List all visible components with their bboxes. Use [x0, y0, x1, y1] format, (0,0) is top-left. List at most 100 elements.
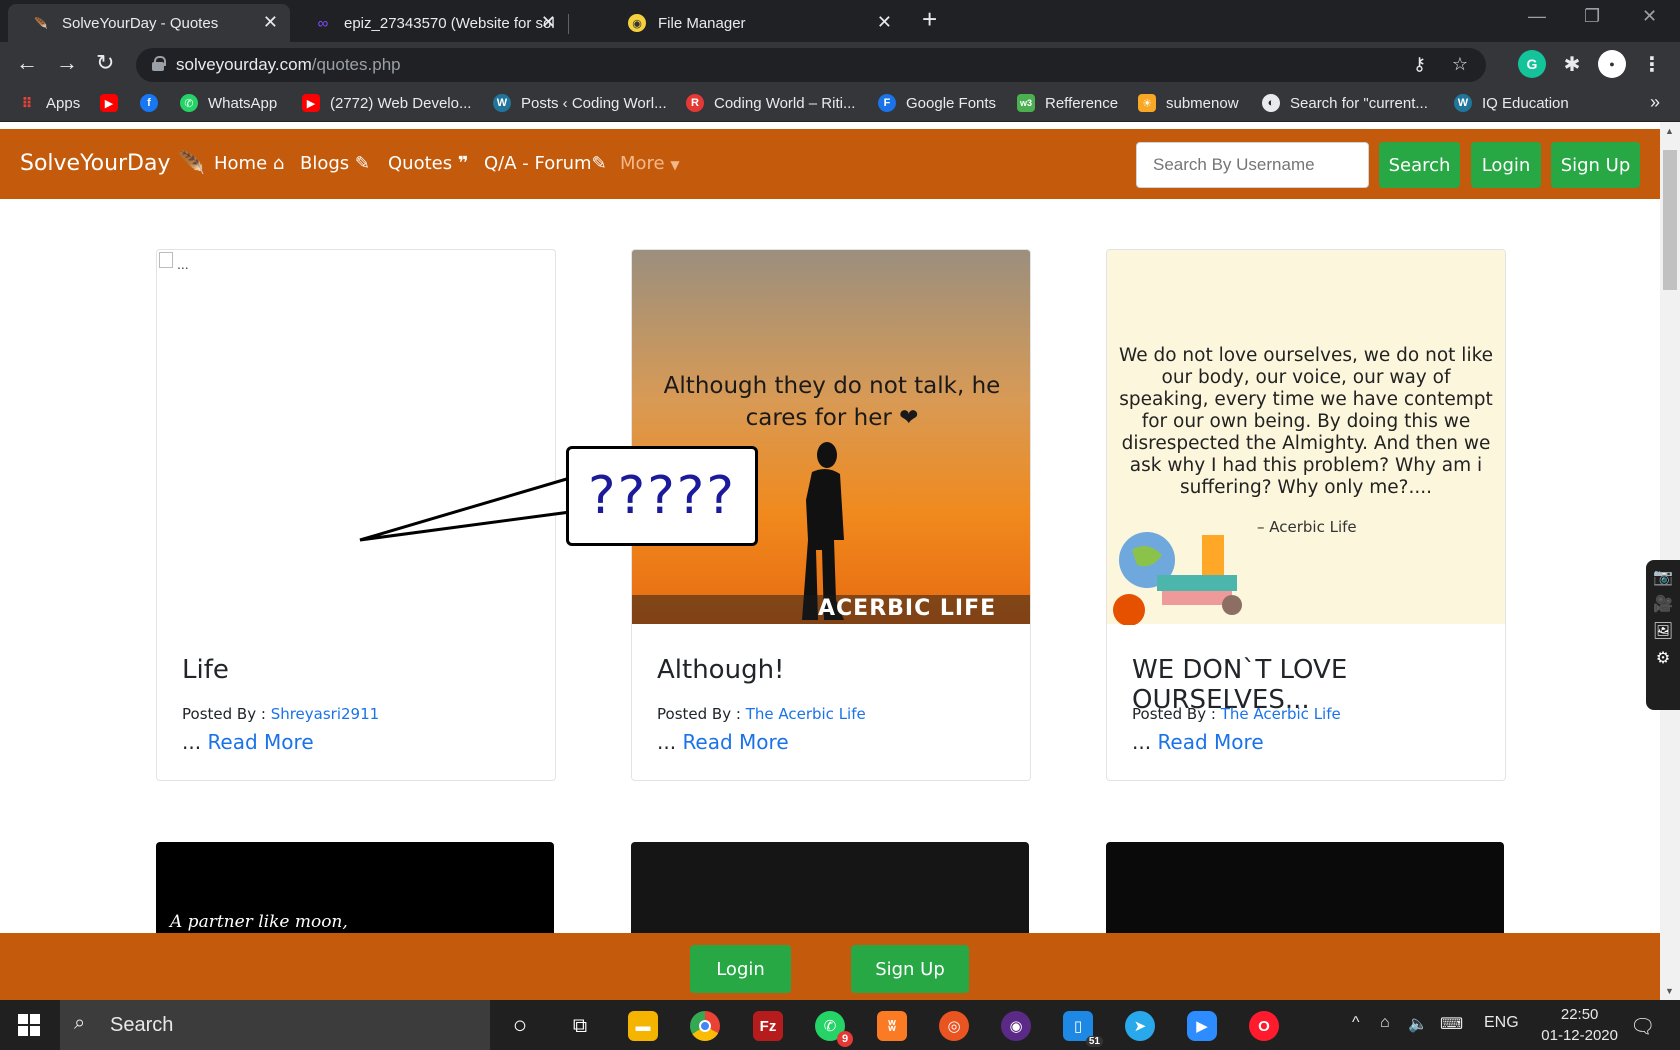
xampp-icon[interactable]: ʬ	[877, 1011, 907, 1041]
scroll-up-arrow-icon[interactable]: ▲	[1665, 126, 1674, 136]
whatsapp-icon: ✆	[180, 94, 198, 112]
zoom-icon[interactable]: ▶	[1187, 1011, 1217, 1041]
extensions-puzzle-icon[interactable]: ✱	[1558, 50, 1586, 78]
bottom-signup-button[interactable]: Sign Up	[851, 945, 969, 993]
minimize-button[interactable]: —	[1528, 6, 1546, 27]
quote-image: We do not love ourselves, we do not like…	[1107, 250, 1505, 625]
reload-button[interactable]: ↻	[96, 50, 114, 76]
nav-qa-forum[interactable]: Q/A - Forum✎	[484, 153, 607, 174]
telegram-icon[interactable]: ➤	[1125, 1011, 1155, 1041]
grammarly-extension-icon[interactable]: G	[1518, 50, 1546, 78]
bookmark-coding-world-riti[interactable]: R Coding World – Riti...	[686, 94, 855, 112]
bookmark-star-icon[interactable]: ☆	[1452, 54, 1468, 75]
key-icon[interactable]: ⚷	[1413, 54, 1426, 75]
address-bar[interactable]: solveyourday.com/quotes.php ⚷ ☆	[136, 48, 1486, 82]
browser-tab-strip: 🪶 SolveYourDay - Quotes ✕ ∞ epiz_2734357…	[0, 0, 1680, 42]
bookmark-search-current[interactable]: ◐ Search for "current...	[1262, 94, 1428, 112]
browser-toolbar: ← → ↻ solveyourday.com/quotes.php ⚷ ☆ G …	[0, 42, 1680, 88]
read-more-link[interactable]: Read More	[682, 730, 788, 754]
restore-button[interactable]: ❐	[1584, 6, 1600, 27]
site-navbar: SolveYourDay 🪶 Home ⌂ Blogs ✎ Quotes ❞ Q…	[0, 129, 1660, 199]
author-link[interactable]: The Acerbic Life	[1221, 705, 1341, 723]
taskbar-clock[interactable]: 22:50 01-12-2020	[1541, 1004, 1618, 1046]
taskbar-search-box[interactable]: ⌕ Search	[60, 1000, 490, 1050]
profile-avatar[interactable]: ●	[1598, 50, 1626, 78]
scroll-down-arrow-icon[interactable]: ▼	[1665, 986, 1674, 996]
file-explorer-icon[interactable]: ▬	[628, 1011, 658, 1041]
url-host: solveyourday.com	[176, 55, 312, 74]
close-window-button[interactable]: ✕	[1642, 6, 1657, 27]
close-tab-icon[interactable]: ✕	[877, 12, 892, 33]
bookmark-iq-education[interactable]: W IQ Education	[1454, 94, 1569, 112]
bookmark-apps[interactable]: ⠿ Apps	[18, 94, 81, 112]
tab-epiz[interactable]: ∞ epiz_27343570 (Website for solve ✕	[290, 4, 569, 42]
notifications-icon[interactable]: 🗨	[1630, 1014, 1655, 1039]
language-indicator[interactable]: ENG	[1484, 1014, 1519, 1032]
file-manager-favicon-icon: ◉	[628, 14, 646, 32]
bookmark-web-develo[interactable]: ▶ (2772) Web Develo...	[302, 94, 471, 112]
task-view-icon[interactable]: ⧉	[565, 1011, 595, 1041]
keyboard-icon[interactable]: ⌨	[1440, 1014, 1463, 1034]
chrome-icon[interactable]	[690, 1011, 720, 1041]
browser-menu-icon[interactable]: ⋮	[1638, 50, 1666, 78]
bookmark-refference[interactable]: w3 Refference	[1017, 94, 1118, 112]
nav-home[interactable]: Home ⌂	[214, 153, 284, 174]
home-icon: ⌂	[272, 153, 285, 174]
edit-icon: ✎	[591, 153, 607, 174]
tray-expand-icon[interactable]: ^	[1352, 1014, 1360, 1032]
bookmark-youtube[interactable]: ▶	[100, 94, 128, 112]
url-path: /quotes.php	[311, 55, 401, 74]
bookmark-google-fonts[interactable]: F Google Fonts	[878, 94, 996, 112]
close-tab-icon[interactable]: ✕	[263, 12, 278, 33]
opera-icon[interactable]: O	[1249, 1011, 1279, 1041]
camera-icon[interactable]: 📷	[1646, 567, 1680, 587]
signup-button[interactable]: Sign Up	[1551, 142, 1640, 188]
login-button[interactable]: Login	[1471, 142, 1541, 188]
windows-taskbar: ⌕ Search ○ ⧉ ▬ Fz ✆ 9 ʬ ◎ ◉ ▯ 51 ➤ ▶ O ^ ⌂…	[0, 1000, 1680, 1050]
nav-quotes[interactable]: Quotes ❞	[388, 153, 468, 174]
nav-blogs[interactable]: Blogs ✎	[300, 153, 370, 174]
feather-icon: 🪶	[177, 151, 205, 176]
back-button[interactable]: ←	[16, 50, 38, 76]
author-link[interactable]: Shreyasri2911	[271, 705, 380, 723]
card-read-more-row: ... Read More	[182, 730, 314, 754]
site-brand[interactable]: SolveYourDay 🪶	[20, 151, 205, 176]
bookmark-whatsapp[interactable]: ✆ WhatsApp	[180, 94, 277, 112]
card-title: Although!	[657, 655, 785, 685]
forward-button[interactable]: →	[56, 50, 78, 76]
volume-icon[interactable]: 🔈	[1408, 1014, 1428, 1034]
gallery-icon[interactable]: 🖼	[1646, 621, 1680, 641]
broken-image-icon	[159, 252, 173, 268]
close-tab-icon[interactable]: ✕	[541, 12, 556, 33]
tor-browser-icon[interactable]: ◉	[1001, 1011, 1031, 1041]
lock-icon	[152, 56, 166, 71]
tab-file-manager[interactable]: ◉ File Manager ✕	[604, 4, 904, 42]
whatsapp-icon[interactable]: ✆ 9	[815, 1011, 853, 1047]
youtube-icon: ▶	[302, 94, 320, 112]
username-search-input[interactable]	[1136, 142, 1369, 188]
tab-solveyourday[interactable]: 🪶 SolveYourDay - Quotes ✕	[8, 4, 290, 42]
read-more-link[interactable]: Read More	[207, 730, 313, 754]
scrollbar-thumb[interactable]	[1663, 150, 1677, 290]
bookmarks-overflow-icon[interactable]: »	[1650, 92, 1660, 113]
cortana-icon[interactable]: ○	[505, 1011, 535, 1041]
windows-start-icon[interactable]	[18, 1014, 40, 1036]
bookmark-posts-coding-world[interactable]: W Posts ‹ Coding Worl...	[493, 94, 667, 112]
video-icon[interactable]: 🎥	[1646, 594, 1680, 614]
bottom-login-button[interactable]: Login	[690, 945, 791, 993]
nav-more-dropdown[interactable]: More ▼	[620, 153, 680, 174]
ubuntu-icon[interactable]: ◎	[939, 1011, 969, 1041]
filezilla-icon[interactable]: Fz	[753, 1011, 783, 1041]
read-more-link[interactable]: Read More	[1157, 730, 1263, 754]
network-icon[interactable]: ⌂	[1380, 1014, 1390, 1032]
author-link[interactable]: The Acerbic Life	[746, 705, 866, 723]
wordpress-icon: W	[493, 94, 511, 112]
phone-app-icon[interactable]: ▯ 51	[1063, 1011, 1103, 1047]
search-button[interactable]: Search	[1379, 142, 1460, 188]
search-icon: ⌕	[74, 1012, 86, 1034]
bookmark-submenow[interactable]: ☀ submenow	[1138, 94, 1239, 112]
settings-gear-icon[interactable]: ⚙	[1646, 648, 1680, 668]
new-tab-button[interactable]: +	[922, 4, 937, 35]
acerbic-life-logo: ACERBIC LIFE	[818, 596, 997, 621]
bookmark-facebook[interactable]: f	[140, 94, 168, 112]
